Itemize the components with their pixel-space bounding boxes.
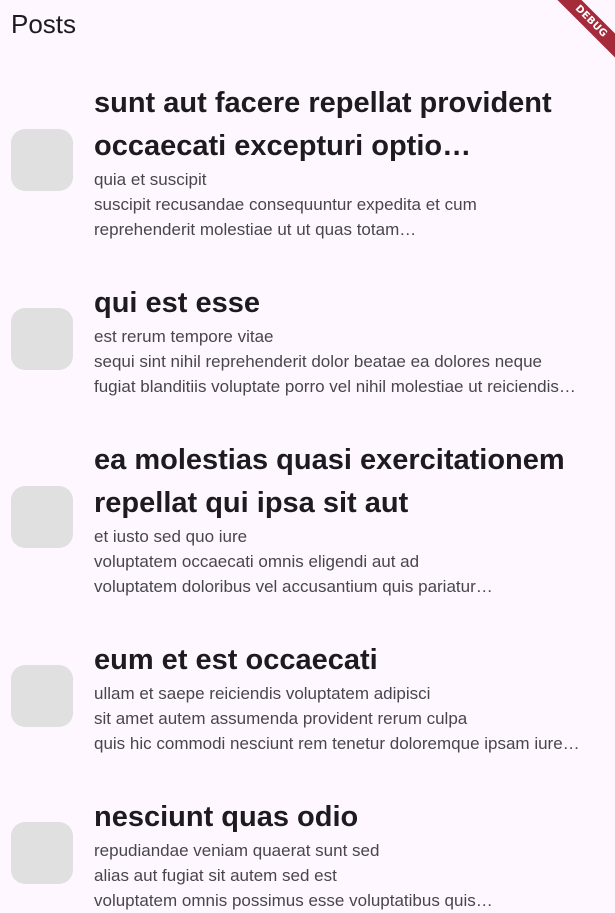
- post-title: sunt aut facere repellat provident occae…: [94, 87, 552, 162]
- post-thumbnail: [11, 129, 73, 191]
- post-thumbnail: [11, 665, 73, 727]
- post-body: est rerum tempore vitae sequi sint nihil…: [94, 327, 559, 396]
- post-text: qui est esse est rerum tempore vitae seq…: [94, 282, 596, 399]
- post-text: sunt aut facere repellat provident occae…: [94, 82, 596, 242]
- post-body: ullam et saepe reiciendis voluptatem adi…: [94, 684, 563, 753]
- post-title: eum et est occaecati: [94, 644, 378, 676]
- post-thumbnail: [11, 308, 73, 370]
- post-text: nesciunt quas odio repudiandae veniam qu…: [94, 796, 596, 913]
- post-body: repudiandae veniam quaerat sunt sed alia…: [94, 841, 476, 910]
- post-list: sunt aut facere repellat provident occae…: [0, 0, 615, 910]
- post-thumbnail: [11, 822, 73, 884]
- post-text: eum et est occaecati ullam et saepe reic…: [94, 639, 596, 756]
- post-body: et iusto sed quo iure voluptatem occaeca…: [94, 527, 476, 596]
- post-thumbnail: [11, 486, 73, 548]
- post-body: quia et suscipit suscipit recusandae con…: [94, 170, 477, 239]
- post-title: qui est esse: [94, 287, 261, 319]
- post-title: ea molestias quasi exercitationem repell…: [94, 444, 565, 519]
- post-title: nesciunt quas odio: [94, 801, 359, 833]
- post-text: ea molestias quasi exercitationem repell…: [94, 439, 596, 599]
